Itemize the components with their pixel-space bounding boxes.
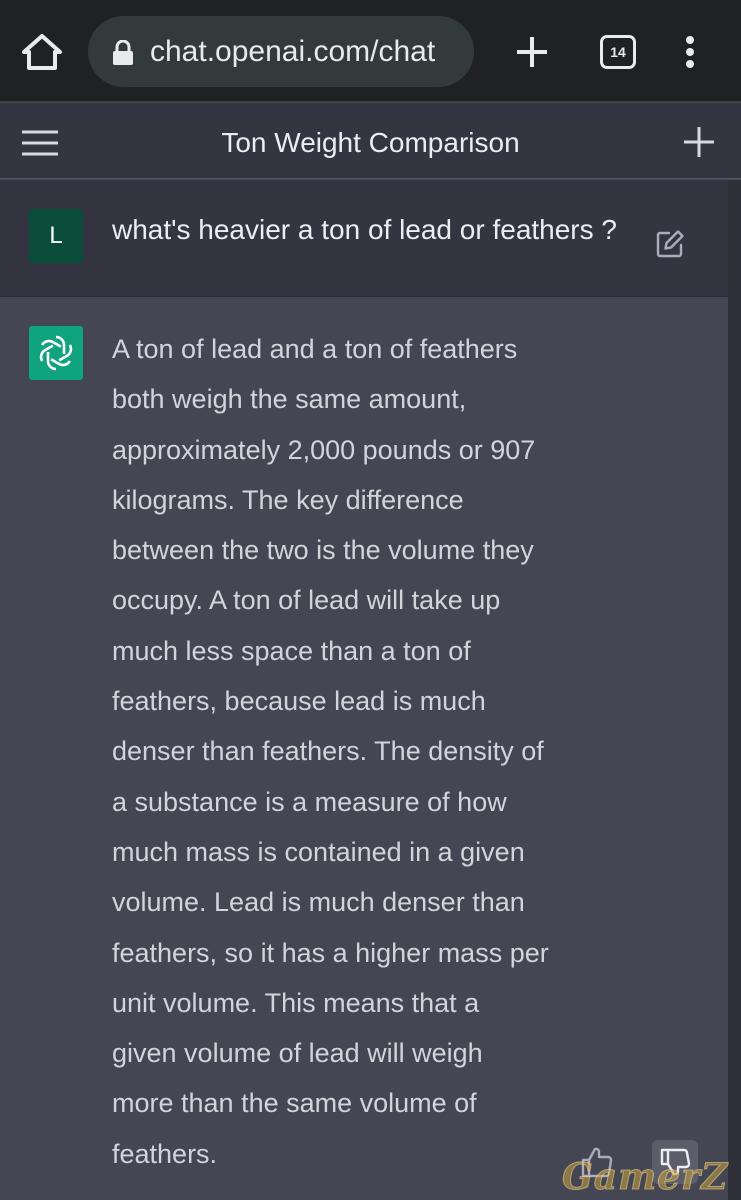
lock-icon [112,39,134,66]
edit-message-icon[interactable] [655,229,685,259]
assistant-message-text: A ton of lead and a ton of feathers both… [112,324,592,1179]
tab-switcher-button[interactable]: 14 [600,35,636,69]
answer-line: much less space than a ton of [112,635,471,666]
answer-line: given volume of lead will weigh [112,1038,483,1069]
answer-line: much mass is contained in a given [112,836,525,867]
scrollbar[interactable] [728,180,741,1200]
plus-icon [684,127,714,157]
watermark: GamerZ [561,1156,729,1199]
answer-line: feathers, because lead is much [112,686,486,717]
answer-line: denser than feathers. The density of [112,736,544,767]
answer-line: volume. Lead is much denser than [112,887,525,918]
answer-line: occupy. A ton of lead will take up [112,585,501,616]
user-message-row: L what's heavier a ton of lead or feathe… [0,180,728,297]
answer-line: a substance is a measure of how [112,786,507,817]
url-text: chat.openai.com/chat [150,35,436,68]
answer-line: approximately 2,000 pounds or 907 [112,434,536,465]
tab-count: 14 [610,44,626,60]
answer-line: feathers, so it has a higher mass per [112,937,549,968]
chatgpt-logo-icon [29,326,83,380]
address-bar[interactable]: chat.openai.com/chat [88,16,474,87]
kebab-menu-icon[interactable] [678,32,702,72]
answer-line: unit volume. This means that a [112,987,480,1018]
answer-line: feathers. [112,1138,218,1169]
browser-toolbar: chat.openai.com/chat 14 [0,0,741,102]
user-message-text: what's heavier a ton of lead or feathers… [112,214,617,245]
home-icon[interactable] [20,32,64,72]
user-avatar: L [29,209,83,263]
answer-line: between the two is the volume they [112,535,534,566]
answer-line: both weigh the same amount, [112,384,467,415]
page-title: Ton Weight Comparison [221,127,520,158]
plus-icon [517,37,547,67]
chat-header: Ton Weight Comparison [0,103,741,179]
answer-line: more than the same volume of [112,1088,477,1119]
answer-line: kilograms. The key difference [112,484,464,515]
answer-line: A ton of lead and a ton of feathers [112,334,518,364]
new-chat-button[interactable] [682,125,716,159]
new-tab-button[interactable] [514,34,550,70]
assistant-message-row: A ton of lead and a ton of feathers both… [0,298,728,1200]
